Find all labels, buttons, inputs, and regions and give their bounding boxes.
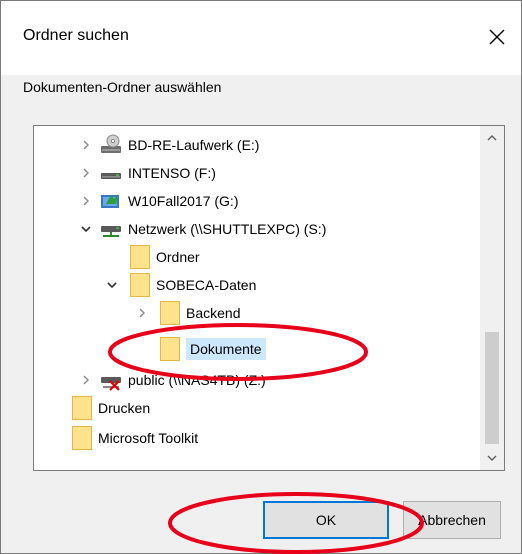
tree-item-label: Drucken xyxy=(98,400,151,416)
folder-icon xyxy=(130,245,150,269)
folder-icon xyxy=(160,301,180,325)
tree-item-intenso-drive[interactable]: INTENSO (F:) xyxy=(78,159,480,187)
tree-item-label: INTENSO (F:) xyxy=(128,165,216,181)
close-icon xyxy=(489,29,505,45)
tree-item-label: BD-RE-Laufwerk (E:) xyxy=(128,137,260,153)
expand-chevron-icon[interactable] xyxy=(78,193,94,209)
tree-item-label: Netzwerk (\\SHUTTLEXPC) (S:) xyxy=(128,221,327,237)
title-bar: Ordner suchen xyxy=(1,1,521,75)
expand-chevron-icon[interactable] xyxy=(78,165,94,181)
scroll-down-button[interactable] xyxy=(480,446,504,470)
dialog-instruction: Dokumenten-Ordner auswählen xyxy=(23,79,222,95)
expand-chevron-icon[interactable] xyxy=(78,372,94,388)
vertical-scrollbar[interactable] xyxy=(480,126,504,470)
folder-tree-view[interactable]: BD-RE-Laufwerk (E:) INTENSO (F:) W10Fall… xyxy=(33,125,505,471)
scroll-up-button[interactable] xyxy=(480,126,504,150)
browse-folder-dialog: Ordner suchen Dokumenten-Ordner auswähle… xyxy=(0,0,522,554)
ok-button[interactable]: OK xyxy=(263,501,389,539)
tree-item-dokumente-folder[interactable]: Dokumente xyxy=(160,335,480,363)
folder-icon xyxy=(160,337,180,361)
tree-item-label: Ordner xyxy=(156,249,200,265)
folder-icon xyxy=(72,396,92,420)
tree-item-sobeca-daten-folder[interactable]: SOBECA-Daten xyxy=(104,271,480,299)
tree-item-microsoft-toolkit-folder[interactable]: Microsoft Toolkit xyxy=(72,424,480,452)
tree-item-label: Dokumente xyxy=(186,338,266,360)
optical-drive-icon xyxy=(100,134,122,156)
tree-item-ordner-folder[interactable]: Ordner xyxy=(130,243,480,271)
chevron-up-icon xyxy=(487,135,497,141)
drive-icon xyxy=(100,162,122,184)
tree-item-drucken-folder[interactable]: Drucken xyxy=(72,394,480,422)
close-button[interactable] xyxy=(473,15,521,59)
folder-icon xyxy=(130,273,150,297)
tree-item-bd-re-drive[interactable]: BD-RE-Laufwerk (E:) xyxy=(78,131,480,159)
usb-drive-icon xyxy=(100,190,122,212)
tree-item-label: Microsoft Toolkit xyxy=(98,430,199,446)
dialog-title: Ordner suchen xyxy=(23,27,129,44)
folder-tree: BD-RE-Laufwerk (E:) INTENSO (F:) W10Fall… xyxy=(34,126,480,470)
collapse-chevron-icon[interactable] xyxy=(104,277,120,293)
tree-item-w10fall2017-drive[interactable]: W10Fall2017 (G:) xyxy=(78,187,480,215)
tree-item-backend-folder[interactable]: Backend xyxy=(134,299,480,327)
cancel-button[interactable]: Abbrechen xyxy=(403,501,501,539)
network-drive-icon xyxy=(100,218,122,240)
tree-item-label: Backend xyxy=(186,305,241,321)
disconnected-network-drive-icon xyxy=(100,369,122,391)
tree-item-label: SOBECA-Daten xyxy=(156,277,257,293)
expand-chevron-icon[interactable] xyxy=(78,137,94,153)
collapse-chevron-icon[interactable] xyxy=(78,221,94,237)
tree-item-netzwerk-drive[interactable]: Netzwerk (\\SHUTTLEXPC) (S:) xyxy=(78,215,480,243)
tree-item-label: W10Fall2017 (G:) xyxy=(128,193,239,209)
expand-chevron-icon[interactable] xyxy=(134,305,150,321)
tree-item-public-drive[interactable]: public (\\NAS4TB) (Z:) xyxy=(78,366,480,394)
folder-icon xyxy=(72,426,92,450)
chevron-down-icon xyxy=(487,455,497,461)
scrollbar-thumb[interactable] xyxy=(485,332,499,444)
tree-item-label: public (\\NAS4TB) (Z:) xyxy=(128,372,266,388)
